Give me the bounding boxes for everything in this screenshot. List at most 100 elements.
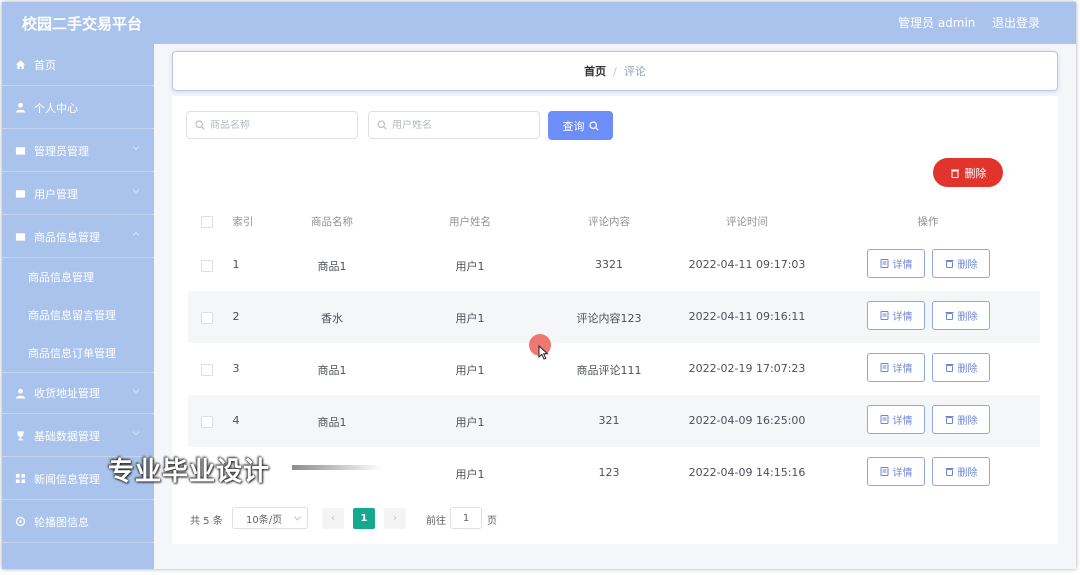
prev-page-button[interactable]: ‹ bbox=[322, 508, 344, 529]
row-checkbox[interactable] bbox=[201, 364, 213, 376]
trash-icon bbox=[945, 312, 953, 320]
detail-label: 详情 bbox=[892, 260, 913, 271]
goto-page-input[interactable] bbox=[450, 507, 482, 529]
folder-icon bbox=[15, 231, 26, 242]
sidebar-subitem-product-orders[interactable]: 商品信息订单管理 bbox=[2, 334, 154, 372]
detail-button[interactable]: 详情 bbox=[867, 457, 925, 486]
folder-icon bbox=[15, 145, 26, 156]
sidebar-item-user-manage[interactable]: 用户管理 bbox=[2, 173, 154, 215]
document-icon bbox=[880, 311, 888, 320]
logout-link[interactable]: 退出登录 bbox=[992, 14, 1040, 31]
detail-label: 详情 bbox=[892, 364, 913, 375]
breadcrumb-home[interactable]: 首页 bbox=[584, 63, 606, 79]
row-checkbox[interactable] bbox=[201, 260, 213, 272]
breadcrumb-separator: / bbox=[613, 64, 617, 78]
row-checkbox[interactable] bbox=[201, 312, 213, 324]
sidebar-item-profile[interactable]: 个人中心 bbox=[2, 87, 154, 129]
user-name-search[interactable] bbox=[368, 111, 540, 139]
sidebar-item-label: 用户管理 bbox=[34, 187, 78, 201]
sidebar-item-label: 管理员管理 bbox=[34, 144, 89, 158]
cell-time: 2022-04-09 14:15:16 bbox=[688, 466, 806, 479]
sidebar-subitem-label: 商品信息管理 bbox=[28, 271, 94, 284]
trash-icon bbox=[945, 468, 953, 476]
chevron-down-icon bbox=[294, 516, 301, 521]
select-all-checkbox[interactable] bbox=[201, 216, 213, 228]
delete-label: 删除 bbox=[957, 260, 978, 271]
product-name-search[interactable] bbox=[186, 111, 358, 139]
delete-button[interactable]: 删除 bbox=[932, 249, 990, 278]
cell-user: 用户1 bbox=[455, 312, 485, 325]
sidebar-item-product-manage[interactable]: 商品信息管理 bbox=[2, 216, 154, 258]
sidebar-item-label: 收货地址管理 bbox=[34, 387, 100, 400]
sidebar-item-label: 新闻信息管理 bbox=[34, 472, 100, 486]
sidebar-subitem-label: 商品信息订单管理 bbox=[28, 347, 116, 360]
folder-icon bbox=[15, 188, 26, 199]
cell-index: 2 bbox=[232, 310, 240, 323]
cell-comment: 321 bbox=[598, 414, 620, 427]
batch-delete-button[interactable]: 删除 bbox=[933, 158, 1003, 187]
cell-comment: 123 bbox=[598, 466, 620, 479]
home-icon bbox=[15, 59, 26, 70]
delete-button[interactable]: 删除 bbox=[932, 405, 990, 434]
detail-button[interactable]: 详情 bbox=[867, 249, 925, 278]
settings-icon bbox=[15, 516, 26, 527]
sidebar-item-carousel[interactable]: 轮播图信息 bbox=[2, 501, 154, 543]
detail-button[interactable]: 详情 bbox=[867, 301, 925, 330]
detail-button[interactable]: 详情 bbox=[867, 405, 925, 434]
admin-label: 管理员 admin bbox=[898, 16, 976, 30]
sidebar: 首页 个人中心 管理员管理 用户管理 商品信息管理 商品信息管理 商品信息留言管… bbox=[2, 44, 154, 569]
page-size-select[interactable]: 10条/页 bbox=[232, 507, 308, 529]
delete-button[interactable]: 删除 bbox=[932, 353, 990, 382]
cell-time: 2022-04-11 09:16:11 bbox=[688, 310, 806, 323]
cell-user: 用户1 bbox=[455, 468, 485, 481]
sidebar-subitem-product-info[interactable]: 商品信息管理 bbox=[2, 258, 154, 296]
cell-user: 用户1 bbox=[455, 416, 485, 429]
user-name-input[interactable] bbox=[392, 119, 522, 131]
search-icon bbox=[377, 120, 387, 130]
delete-label: 删除 bbox=[957, 468, 978, 479]
cell-comment: 商品评论111 bbox=[576, 364, 642, 377]
product-name-input[interactable] bbox=[210, 119, 340, 131]
document-icon bbox=[880, 415, 888, 424]
sidebar-item-home[interactable]: 首页 bbox=[2, 44, 154, 86]
detail-button[interactable]: 详情 bbox=[867, 353, 925, 382]
grid-icon bbox=[15, 473, 26, 484]
query-button[interactable]: 查询 bbox=[548, 111, 613, 140]
batch-delete-label: 删除 bbox=[964, 166, 987, 180]
goto-label: 前往 bbox=[426, 516, 446, 527]
cell-product: 商品1 bbox=[317, 260, 347, 273]
user-icon bbox=[15, 388, 26, 399]
page-unit-label: 页 bbox=[487, 516, 497, 527]
next-page-button[interactable]: › bbox=[384, 508, 406, 529]
cell-time: 2022-04-11 09:17:03 bbox=[688, 258, 806, 271]
delete-label: 删除 bbox=[957, 312, 978, 323]
cell-time: 2022-02-19 17:07:23 bbox=[688, 362, 806, 375]
document-icon bbox=[880, 467, 888, 476]
column-header-product: 商品名称 bbox=[311, 216, 353, 228]
document-icon bbox=[880, 259, 888, 268]
cell-product: 商品1 bbox=[317, 416, 347, 429]
chevron-down-icon bbox=[132, 189, 140, 194]
sidebar-item-admin-manage[interactable]: 管理员管理 bbox=[2, 130, 154, 172]
sidebar-subitem-product-comments[interactable]: 商品信息留言管理 bbox=[2, 296, 154, 334]
page-size-value: 10条/页 bbox=[246, 514, 283, 526]
trash-icon bbox=[950, 169, 959, 178]
delete-button[interactable]: 删除 bbox=[932, 457, 990, 486]
cell-comment: 评论内容123 bbox=[576, 312, 642, 325]
chevron-down-icon bbox=[132, 146, 140, 151]
page-1-button[interactable]: 1 bbox=[353, 508, 375, 529]
watermark-text: 专业毕业设计 bbox=[108, 457, 271, 487]
trash-icon bbox=[945, 260, 953, 268]
sidebar-item-address-manage[interactable]: 收货地址管理 bbox=[2, 372, 154, 414]
mouse-cursor-icon bbox=[538, 345, 549, 360]
sidebar-item-label: 个人中心 bbox=[34, 101, 78, 115]
delete-label: 删除 bbox=[957, 364, 978, 375]
delete-button[interactable]: 删除 bbox=[932, 301, 990, 330]
sidebar-subitem-label: 商品信息留言管理 bbox=[28, 309, 116, 322]
top-header: 校园二手交易平台 管理员 admin 退出登录 bbox=[2, 2, 1076, 44]
sidebar-item-label: 基础数据管理 bbox=[34, 429, 100, 443]
cell-user: 用户1 bbox=[455, 364, 485, 377]
row-checkbox[interactable] bbox=[201, 416, 213, 428]
trophy-icon bbox=[15, 430, 26, 441]
cell-comment: 3321 bbox=[595, 258, 623, 271]
